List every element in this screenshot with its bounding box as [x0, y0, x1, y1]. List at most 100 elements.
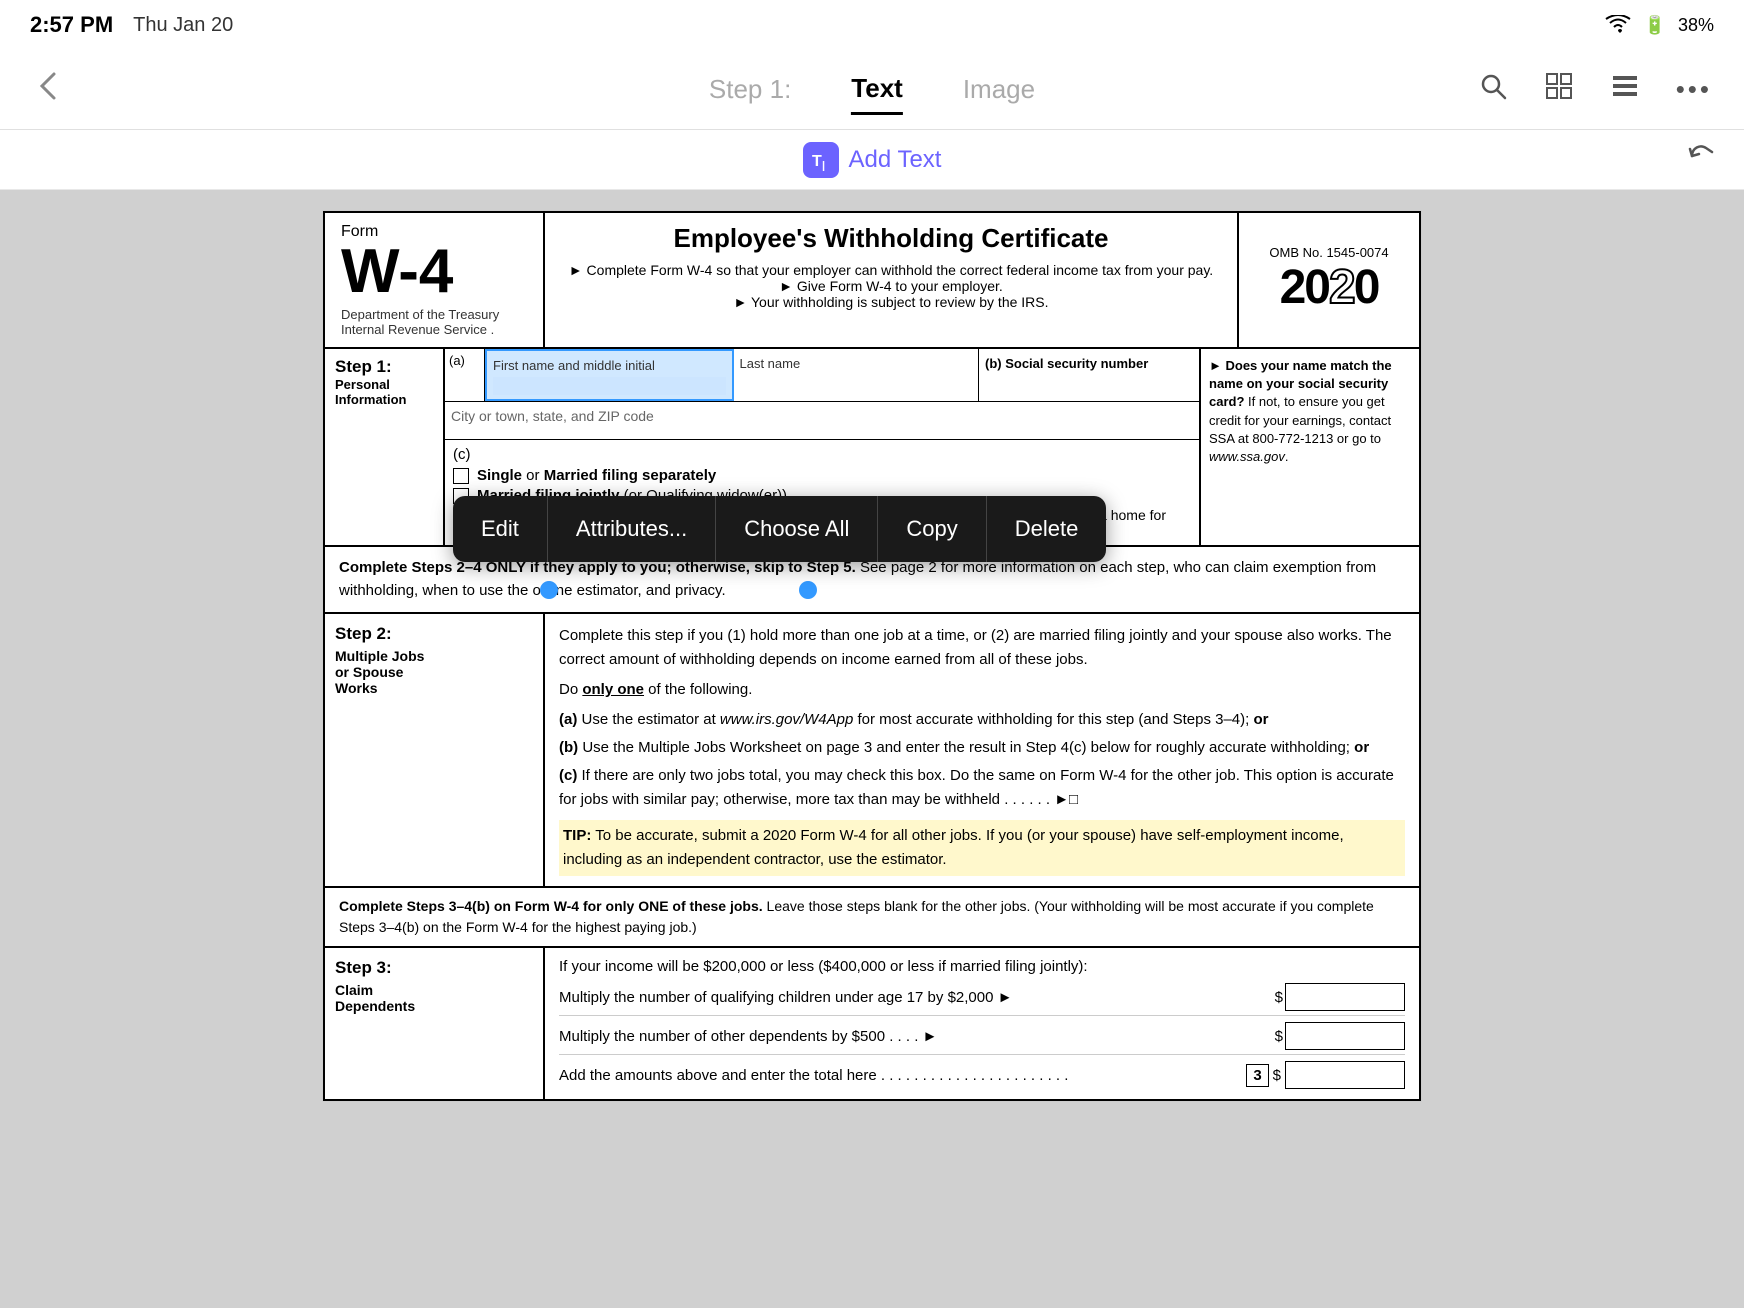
step2-option-c: (c) If there are only two jobs total, yo…	[559, 764, 1405, 812]
w4-right-box: OMB No. 1545-0074 2020	[1239, 213, 1419, 347]
step2-title: Multiple Jobsor SpouseWorks	[335, 648, 533, 696]
field-a-label: (a)	[445, 349, 485, 401]
step3-income-text: If your income will be $200,000 or less …	[559, 958, 1405, 975]
list-button[interactable]	[1602, 63, 1648, 116]
w4-logo-box: Form W-4 Department of the TreasuryInter…	[325, 213, 545, 347]
undo-button[interactable]	[1684, 138, 1720, 182]
selection-handle-right[interactable]	[799, 581, 817, 599]
checkbox-single[interactable]	[453, 468, 469, 484]
step3-row1-text: Multiply the number of qualifying childr…	[559, 989, 1012, 1006]
status-date: Thu Jan 20	[133, 14, 233, 37]
step2-option-a: (a) Use the estimator at www.irs.gov/W4A…	[559, 708, 1405, 732]
ssn-info-text: ► Does your name match the name on your …	[1209, 358, 1392, 464]
c-label: (c)	[453, 446, 471, 463]
svg-text:T: T	[812, 153, 822, 170]
ssn-section: (b) Social security number	[979, 349, 1199, 401]
delete-button[interactable]: Delete	[987, 496, 1107, 562]
document-area[interactable]: Form W-4 Department of the TreasuryInter…	[0, 190, 1744, 1308]
amount-field-2[interactable]	[1285, 1022, 1405, 1050]
step1-number: Step 1:	[335, 357, 433, 377]
dollar-sign-2: $	[1275, 1028, 1283, 1045]
form-title: Employee's Withholding Certificate	[561, 223, 1221, 254]
more-button[interactable]: •••	[1668, 66, 1720, 113]
step2-tip: TIP: To be accurate, submit a 2020 Form …	[559, 820, 1405, 876]
step3-row-2: Multiply the number of other dependents …	[559, 1022, 1405, 1055]
add-text-bar: T | Add Text	[0, 130, 1744, 190]
ssn-info-box: ► Does your name match the name on your …	[1199, 349, 1419, 545]
step3-content: If your income will be $200,000 or less …	[545, 948, 1419, 1099]
step3-label: Step 3: ClaimDependents	[325, 948, 545, 1099]
battery-icon: 🔋	[1644, 15, 1666, 36]
w4-instruction-2: ► Give Form W-4 to your employer.	[561, 278, 1221, 294]
wifi-icon	[1604, 15, 1632, 35]
toolbar: Step 1: Text Image •••	[0, 50, 1744, 130]
text-icon: T |	[803, 142, 839, 178]
dollar-sign-3: $	[1273, 1067, 1281, 1084]
filing-option-1: Single or Married filing separately	[453, 467, 1191, 484]
name-row: (a) First name and middle initial Last n…	[445, 349, 1199, 402]
step3-row3-text: Add the amounts above and enter the tota…	[559, 1067, 1068, 1084]
step3-title: ClaimDependents	[335, 982, 533, 1014]
svg-text:|: |	[822, 160, 825, 171]
address-label: City or town, state, and ZIP code	[451, 408, 654, 424]
row3-number: 3	[1246, 1064, 1268, 1087]
dollar-sign-1: $	[1275, 989, 1283, 1006]
document-page: Form W-4 Department of the TreasuryInter…	[322, 210, 1422, 1102]
grid-button[interactable]	[1536, 63, 1582, 116]
attributes-button[interactable]: Attributes...	[548, 496, 716, 562]
status-bar: 2:57 PM Thu Jan 20 🔋 38%	[0, 0, 1744, 50]
step3-row2-field: $	[1275, 1022, 1405, 1050]
complete-steps-text: Complete Steps 2–4 ONLY if they apply to…	[339, 559, 1376, 599]
selection-handle-left[interactable]	[540, 581, 558, 599]
tax-year: 2020	[1280, 260, 1379, 315]
first-name-label: First name and middle initial	[493, 358, 655, 373]
step2-section: Step 2: Multiple Jobsor SpouseWorks Comp…	[323, 614, 1421, 888]
first-name-value[interactable]	[493, 377, 726, 395]
copy-button[interactable]: Copy	[878, 496, 986, 562]
amount-field-3[interactable]	[1285, 1061, 1405, 1089]
w4-header: Form W-4 Department of the TreasuryInter…	[323, 211, 1421, 349]
step2-do-one: Do only one of the following.	[559, 678, 1405, 702]
step3-section: Step 3: ClaimDependents If your income w…	[323, 948, 1421, 1101]
step1-label: Step 1: PersonalInformation	[325, 349, 445, 545]
filing-label-row: (c)	[453, 446, 1191, 463]
step2-content: Complete this step if you (1) hold more …	[545, 614, 1419, 886]
tab-comment[interactable]: Step 1:	[709, 66, 791, 113]
add-text-button[interactable]: T | Add Text	[803, 142, 942, 178]
department-label: Department of the TreasuryInternal Reven…	[341, 307, 527, 337]
amount-field-1[interactable]	[1285, 983, 1405, 1011]
choose-all-button[interactable]: Choose All	[716, 496, 878, 562]
step3-row2-text: Multiply the number of other dependents …	[559, 1028, 937, 1045]
tab-image[interactable]: Image	[963, 66, 1035, 113]
step3-row-3: Add the amounts above and enter the tota…	[559, 1061, 1405, 1089]
address-field[interactable]: City or town, state, and ZIP code	[445, 402, 1199, 440]
step2-option-b: (b) Use the Multiple Jobs Worksheet on p…	[559, 736, 1405, 760]
last-name-field[interactable]: Last name	[734, 349, 980, 401]
ssn-b-label: (b) Social security number	[985, 356, 1148, 371]
last-name-label: Last name	[740, 356, 801, 371]
step1-subtitle: PersonalInformation	[335, 377, 433, 407]
filing-single-label: Single or Married filing separately	[477, 467, 716, 484]
w4-instruction-1: ► Complete Form W-4 so that your employe…	[561, 262, 1221, 278]
step3-row-1: Multiply the number of qualifying childr…	[559, 983, 1405, 1016]
status-icons: 🔋 38%	[1604, 15, 1714, 36]
add-text-label: Add Text	[849, 146, 942, 174]
w4-instruction-3: ► Your withholding is subject to review …	[561, 294, 1221, 310]
form-number: W-4	[341, 241, 527, 303]
back-button[interactable]	[24, 62, 72, 118]
status-time: 2:57 PM	[30, 12, 113, 38]
w4-center-box: Employee's Withholding Certificate ► Com…	[545, 213, 1239, 347]
step2-label: Step 2: Multiple Jobsor SpouseWorks	[325, 614, 545, 886]
step2-number: Step 2:	[335, 624, 533, 644]
complete-steps-34-text: Complete Steps 3–4(b) on Form W-4 for on…	[339, 898, 1374, 935]
first-name-field[interactable]: First name and middle initial	[485, 349, 734, 401]
step3-number: Step 3:	[335, 958, 533, 978]
search-button[interactable]	[1470, 63, 1516, 116]
battery-level: 38%	[1678, 15, 1714, 36]
omb-number: OMB No. 1545-0074	[1269, 245, 1388, 260]
step3-row3-field: 3 $	[1246, 1061, 1405, 1089]
tab-text[interactable]: Text	[851, 65, 903, 115]
step2-intro: Complete this step if you (1) hold more …	[559, 624, 1405, 672]
edit-button[interactable]: Edit	[453, 496, 548, 562]
complete-steps-34-bar: Complete Steps 3–4(b) on Form W-4 for on…	[323, 888, 1421, 948]
